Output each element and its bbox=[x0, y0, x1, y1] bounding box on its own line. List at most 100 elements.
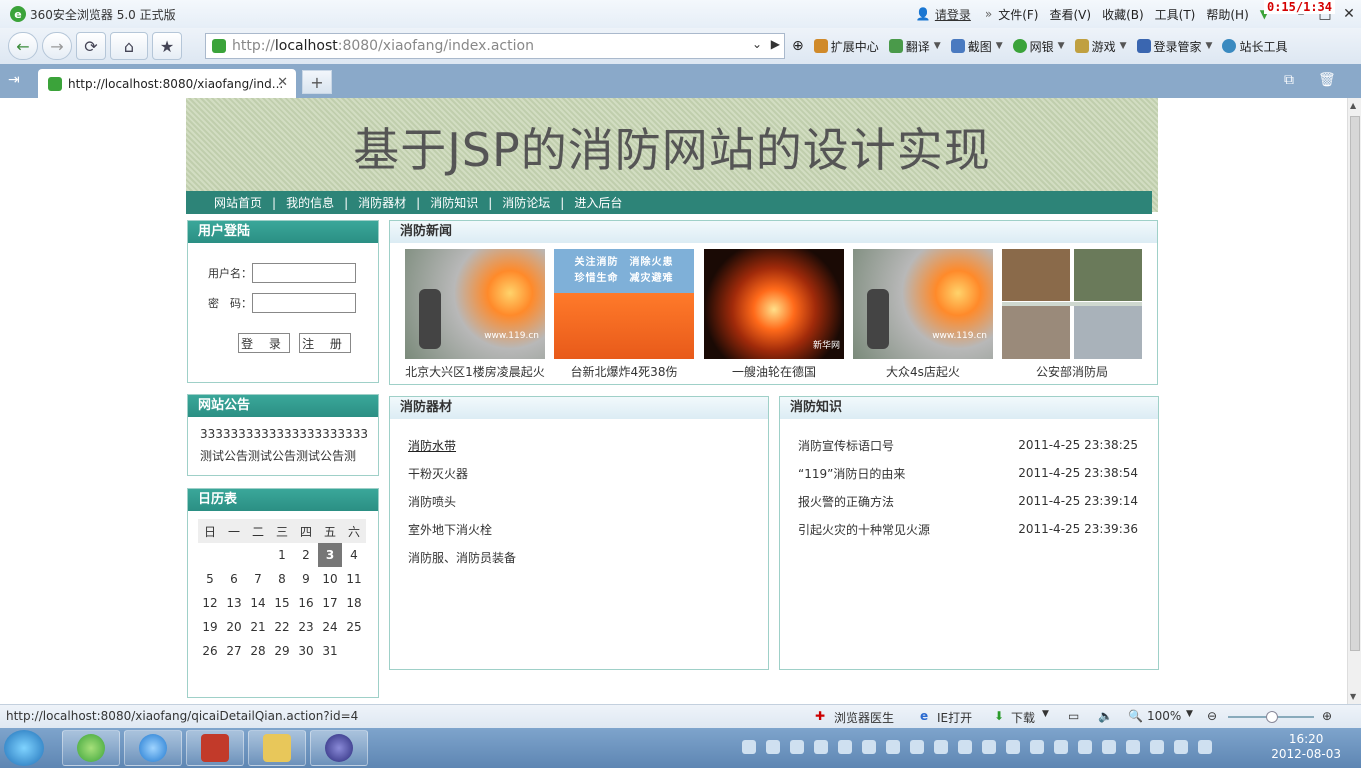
calendar-day[interactable]: 29 bbox=[270, 639, 294, 663]
toolbar-screenshot[interactable]: 截图 ▼ bbox=[950, 38, 1003, 55]
calendar-day[interactable]: 18 bbox=[342, 591, 366, 615]
tray-icon[interactable] bbox=[742, 740, 756, 754]
network-icon[interactable] bbox=[1174, 740, 1188, 754]
flag-icon[interactable] bbox=[1126, 740, 1140, 754]
username-input[interactable] bbox=[252, 263, 356, 283]
chevron-down-icon[interactable]: ⌄ bbox=[752, 37, 762, 51]
news-item[interactable]: www.119.cn 大众4s店起火 bbox=[852, 249, 994, 380]
calendar-day[interactable]: 28 bbox=[246, 639, 270, 663]
shield-icon[interactable] bbox=[1006, 740, 1020, 754]
calendar-day[interactable]: 23 bbox=[294, 615, 318, 639]
taskbar-360browser[interactable] bbox=[62, 730, 120, 766]
refresh-button[interactable]: ⟳ bbox=[76, 32, 106, 60]
calendar-day[interactable]: 12 bbox=[198, 591, 222, 615]
tray-icon[interactable] bbox=[766, 740, 780, 754]
toolbar-games[interactable]: 游戏 ▼ bbox=[1074, 38, 1127, 55]
calendar-day[interactable]: 13 bbox=[222, 591, 246, 615]
caret-down-icon[interactable]: ▼ bbox=[1042, 709, 1049, 719]
restore-tabs-icon[interactable]: ⧉ bbox=[1284, 72, 1294, 88]
calendar-day[interactable]: 14 bbox=[246, 591, 270, 615]
news-image-meeting[interactable] bbox=[1002, 249, 1142, 359]
new-tab-button[interactable]: + bbox=[302, 70, 332, 94]
nav-my-info[interactable]: 我的信息 bbox=[286, 194, 334, 211]
browser-doctor-button[interactable]: 浏览器医生 bbox=[834, 709, 894, 726]
toolbar-webmaster[interactable]: 站长工具 bbox=[1222, 38, 1287, 55]
tray-icon[interactable] bbox=[1030, 740, 1044, 754]
toolbar-ebank[interactable]: 网银 ▼ bbox=[1012, 38, 1065, 55]
news-item[interactable]: 新华网 一艘油轮在德国 bbox=[703, 249, 845, 380]
volume-icon[interactable]: 🔈 bbox=[1098, 709, 1113, 723]
news-image-tanker-fire[interactable]: 新华网 bbox=[704, 249, 844, 359]
calendar-day[interactable]: 21 bbox=[246, 615, 270, 639]
tray-icon[interactable] bbox=[958, 740, 972, 754]
tray-icon[interactable] bbox=[1078, 740, 1092, 754]
tray-icon[interactable] bbox=[838, 740, 852, 754]
calendar-day[interactable]: 16 bbox=[294, 591, 318, 615]
calendar-day[interactable]: 5 bbox=[198, 567, 222, 591]
knowledge-item-title[interactable]: “119”消防日的由来 bbox=[798, 465, 905, 482]
news-item[interactable]: www.119.cn 北京大兴区1楼房凌晨起火 bbox=[404, 249, 546, 380]
nav-home[interactable]: 网站首页 bbox=[214, 194, 262, 211]
tray-icon[interactable] bbox=[790, 740, 804, 754]
calendar-day[interactable]: 9 bbox=[294, 567, 318, 591]
forward-button[interactable]: → bbox=[42, 32, 72, 60]
calendar-day[interactable]: 31 bbox=[318, 639, 342, 663]
calendar-day[interactable]: 11 bbox=[342, 567, 366, 591]
back-button[interactable]: ← bbox=[8, 32, 38, 60]
home-button[interactable]: ⌂ bbox=[110, 32, 148, 60]
tray-icon[interactable] bbox=[1054, 740, 1068, 754]
calendar-day[interactable]: 4 bbox=[342, 543, 366, 567]
nav-admin[interactable]: 进入后台 bbox=[574, 194, 622, 211]
menu-favorites[interactable]: 收藏(B) bbox=[1102, 6, 1144, 23]
address-bar[interactable]: http://localhost:8080/xiaofang/index.act… bbox=[205, 33, 785, 59]
news-image-dealership-fire[interactable]: www.119.cn bbox=[853, 249, 993, 359]
news-caption[interactable]: 一艘油轮在德国 bbox=[703, 363, 845, 380]
toolbar-extensions[interactable]: 扩展中心 bbox=[813, 38, 879, 55]
equipment-item[interactable]: 消防服、消防员装备 bbox=[408, 549, 516, 566]
equipment-item[interactable]: 干粉灭火器 bbox=[408, 465, 468, 482]
download-button[interactable]: 下载 bbox=[1011, 709, 1035, 726]
password-input[interactable] bbox=[252, 293, 356, 313]
go-arrow-icon[interactable]: ▶ bbox=[771, 37, 780, 51]
calendar-day[interactable]: 19 bbox=[198, 615, 222, 639]
zoom-slider[interactable] bbox=[1228, 711, 1314, 723]
news-item[interactable]: 关注消防 消除火患 珍惜生命 减灾避难 台新北爆炸4死38伤 bbox=[553, 249, 695, 380]
tray-icon[interactable] bbox=[1102, 740, 1116, 754]
calendar-day[interactable]: 20 bbox=[222, 615, 246, 639]
calendar-day[interactable]: 17 bbox=[318, 591, 342, 615]
nav-equipment[interactable]: 消防器材 bbox=[358, 194, 406, 211]
toolbar-login-manager[interactable]: 登录管家 ▼ bbox=[1136, 38, 1212, 55]
calendar-day[interactable]: 25 bbox=[342, 615, 366, 639]
zoom-level[interactable]: 100% bbox=[1147, 709, 1181, 723]
tab-close-icon[interactable]: ✕ bbox=[277, 75, 288, 90]
caret-down-icon[interactable]: ▼ bbox=[1186, 709, 1193, 719]
volume-icon[interactable] bbox=[1198, 740, 1212, 754]
qq-icon[interactable] bbox=[814, 740, 828, 754]
news-image-fire-building[interactable]: www.119.cn bbox=[405, 249, 545, 359]
trash-icon[interactable]: 🗑 bbox=[1318, 72, 1336, 88]
taskbar-eclipse[interactable] bbox=[310, 730, 368, 766]
taskbar-ie[interactable] bbox=[124, 730, 182, 766]
close-window-button[interactable]: ✕ bbox=[1337, 6, 1361, 22]
calendar-day[interactable]: 7 bbox=[246, 567, 270, 591]
ie-open-button[interactable]: IE打开 bbox=[937, 709, 972, 726]
start-button[interactable] bbox=[4, 730, 44, 766]
news-caption[interactable]: 台新北爆炸4死38伤 bbox=[553, 363, 695, 380]
nav-knowledge[interactable]: 消防知识 bbox=[430, 194, 478, 211]
calendar-day[interactable]: 6 bbox=[222, 567, 246, 591]
window-icon[interactable]: ▭ bbox=[1068, 709, 1079, 723]
calendar-day[interactable]: 2 bbox=[294, 543, 318, 567]
calendar-day[interactable]: 8 bbox=[270, 567, 294, 591]
scroll-down-icon[interactable]: ▼ bbox=[1350, 692, 1356, 701]
nav-forum[interactable]: 消防论坛 bbox=[502, 194, 550, 211]
vertical-scrollbar[interactable]: ▲ ▼ bbox=[1347, 98, 1361, 704]
menu-view[interactable]: 查看(V) bbox=[1049, 6, 1091, 23]
tab-active[interactable]: http://localhost:8080/xiaofang/ind... ✕ bbox=[38, 69, 296, 98]
tray-icon[interactable] bbox=[934, 740, 948, 754]
scrollbar-thumb[interactable] bbox=[1350, 116, 1360, 651]
scroll-up-icon[interactable]: ▲ bbox=[1350, 101, 1356, 110]
news-caption[interactable]: 北京大兴区1楼房凌晨起火 bbox=[404, 363, 546, 380]
qq-icon[interactable] bbox=[910, 740, 924, 754]
calendar-day[interactable]: 27 bbox=[222, 639, 246, 663]
qq-icon[interactable] bbox=[886, 740, 900, 754]
